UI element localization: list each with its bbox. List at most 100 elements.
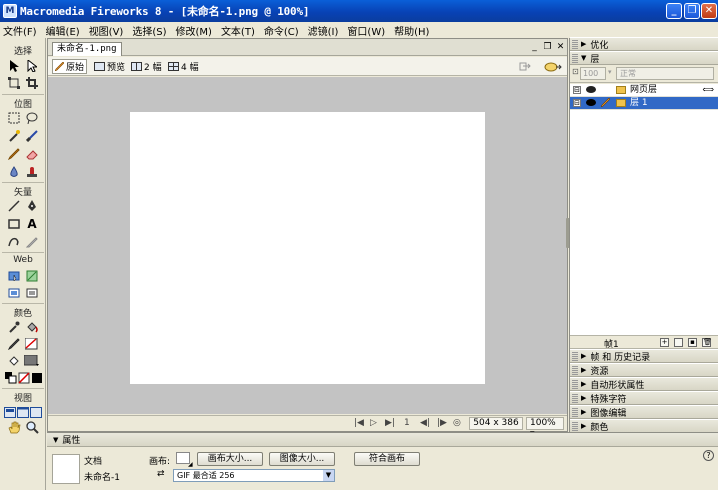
eraser-icon[interactable]	[24, 146, 40, 162]
close-button[interactable]: ✕	[701, 3, 717, 19]
pencil-icon[interactable]	[6, 146, 22, 162]
swap-colors-icon[interactable]	[29, 370, 45, 386]
view-4up-button[interactable]: 4 幅	[166, 59, 201, 74]
grip-icon	[572, 393, 578, 403]
stroke-color-icon[interactable]	[24, 336, 40, 352]
panel-assets-header[interactable]: ▶ 资源	[570, 363, 718, 377]
maximize-button[interactable]: ❐	[684, 3, 700, 19]
next-frame-icon[interactable]: |▶	[437, 418, 447, 428]
menu-window[interactable]: 窗口(W)	[347, 23, 385, 38]
title-bar: M Macromedia Fireworks 8 - [未命名-1.png @ …	[0, 0, 718, 22]
help-icon[interactable]: ?	[703, 450, 714, 461]
scale-icon[interactable]	[6, 75, 22, 91]
fit-canvas-button[interactable]: 符合画布	[354, 452, 420, 466]
loop-icon[interactable]: ◎	[453, 418, 461, 428]
show-slices-icon[interactable]	[24, 285, 40, 301]
prev-frame-icon[interactable]: ◀|	[420, 418, 430, 428]
text-icon[interactable]: A	[24, 216, 40, 232]
doc-restore-icon[interactable]: ❐	[542, 42, 553, 52]
layer-row-web[interactable]: ⊟ 网页层 ⟺	[570, 84, 718, 97]
panel-optimize-header[interactable]: ▶ 优化	[570, 37, 718, 51]
brush-icon[interactable]	[24, 128, 40, 144]
knife-icon[interactable]	[24, 234, 40, 250]
panel-frames-history-header[interactable]: ▶ 帧 和 历史记录	[570, 349, 718, 363]
layer-options-icon[interactable]: ⊡	[572, 67, 579, 76]
line-icon[interactable]	[6, 198, 22, 214]
layer-expand-icon[interactable]: ⊟	[573, 99, 581, 107]
hand-icon[interactable]	[6, 419, 22, 435]
visibility-eye-icon[interactable]	[586, 99, 596, 106]
layer-opacity-field[interactable]: 100	[580, 67, 606, 80]
menu-edit[interactable]: 编辑(E)	[46, 23, 80, 38]
menu-commands[interactable]: 命令(C)	[264, 23, 299, 38]
layer-expand-icon[interactable]: ⊟	[573, 86, 581, 94]
share-layer-icon[interactable]: ⟺	[703, 84, 714, 96]
hotspot-icon[interactable]	[6, 268, 22, 284]
layer-row-layer1[interactable]: ⊟ 层 1	[570, 97, 718, 110]
view-preview-button[interactable]: 预览	[92, 59, 127, 74]
stroke-pencil-icon[interactable]	[6, 336, 22, 352]
visibility-eye-icon[interactable]	[586, 86, 596, 93]
menu-modify[interactable]: 修改(M)	[176, 23, 212, 38]
fireworks-app-icon[interactable]: M	[3, 4, 17, 18]
quick-export-icon[interactable]	[516, 59, 534, 74]
opacity-dropdown-icon[interactable]: ▾	[608, 68, 612, 76]
zoom-icon[interactable]	[24, 419, 40, 435]
marquee-icon[interactable]	[6, 110, 22, 126]
pointer-icon[interactable]	[6, 58, 22, 74]
slice-icon[interactable]	[24, 268, 40, 284]
doc-close-icon[interactable]: ✕	[555, 42, 566, 52]
zoom-level-select[interactable]: 100% ▾	[526, 417, 564, 439]
pen-icon[interactable]	[24, 198, 40, 214]
edit-pencil-icon[interactable]	[600, 97, 611, 111]
blend-mode-select[interactable]: 正常	[616, 67, 714, 80]
menu-view[interactable]: 视图(V)	[89, 23, 124, 38]
paint-bucket-icon[interactable]	[24, 319, 40, 335]
canvas-size-button[interactable]: 画布大小...	[197, 452, 263, 466]
export-settings-icon[interactable]: ⇄	[157, 469, 165, 479]
fill-color-icon[interactable]	[24, 353, 40, 369]
grip-icon	[572, 421, 578, 431]
play-icon[interactable]: ▷	[370, 418, 377, 428]
panel-colors-header[interactable]: ▶ 颜色	[570, 419, 718, 433]
panel-special-chars-header[interactable]: ▶ 特殊字符	[570, 391, 718, 405]
blur-icon[interactable]	[6, 164, 22, 180]
menu-filters[interactable]: 滤镜(I)	[308, 23, 339, 38]
last-frame-icon[interactable]: ▶|	[385, 418, 395, 428]
properties-header[interactable]: ▼ 属性	[47, 433, 718, 447]
document-canvas[interactable]	[130, 112, 485, 384]
delete-layer-icon[interactable]: 🗑	[702, 338, 712, 347]
new-sublayer-icon[interactable]: +	[660, 338, 669, 347]
collapse-arrow-icon: ▼	[53, 435, 59, 444]
menu-text[interactable]: 文本(T)	[221, 23, 255, 38]
canvas-area[interactable]	[48, 77, 567, 414]
image-size-button[interactable]: 图像大小...	[269, 452, 335, 466]
freeform-icon[interactable]	[6, 234, 22, 250]
export-format-select[interactable]: GIF 最合适 256 ▼	[173, 469, 335, 482]
minimize-button[interactable]: _	[666, 3, 682, 19]
subselect-icon[interactable]	[24, 58, 40, 74]
rectangle-icon[interactable]	[6, 216, 22, 232]
view-original-button[interactable]: 原始	[52, 59, 88, 74]
eyedropper-icon[interactable]	[6, 319, 22, 335]
first-frame-icon[interactable]: |◀	[354, 418, 364, 428]
rubber-stamp-icon[interactable]	[24, 164, 40, 180]
view-2up-button[interactable]: 2 幅	[129, 59, 164, 74]
new-layer-icon[interactable]	[674, 338, 683, 347]
doc-minimize-icon[interactable]: _	[529, 42, 540, 52]
panel-image-edit-header[interactable]: ▶ 图像编辑	[570, 405, 718, 419]
menu-help[interactable]: 帮助(H)	[394, 23, 429, 38]
menu-select[interactable]: 选择(S)	[132, 23, 166, 38]
magic-wand-icon[interactable]	[6, 128, 22, 144]
hide-slices-icon[interactable]	[6, 285, 22, 301]
panel-layers-header[interactable]: ▼ 层	[570, 51, 718, 65]
document-tab[interactable]: 未命名-1.png	[52, 42, 122, 56]
full-screen-icon[interactable]	[28, 404, 44, 420]
panel-autoshape-header[interactable]: ▶ 自动形状属性	[570, 377, 718, 391]
new-bitmap-icon[interactable]: ▪	[688, 338, 697, 347]
menu-file[interactable]: 文件(F)	[3, 23, 37, 38]
fill-bucket-icon[interactable]	[6, 353, 22, 369]
launch-dreamweaver-icon[interactable]	[542, 59, 564, 74]
crop-icon[interactable]	[24, 75, 40, 91]
lasso-icon[interactable]	[24, 110, 40, 126]
